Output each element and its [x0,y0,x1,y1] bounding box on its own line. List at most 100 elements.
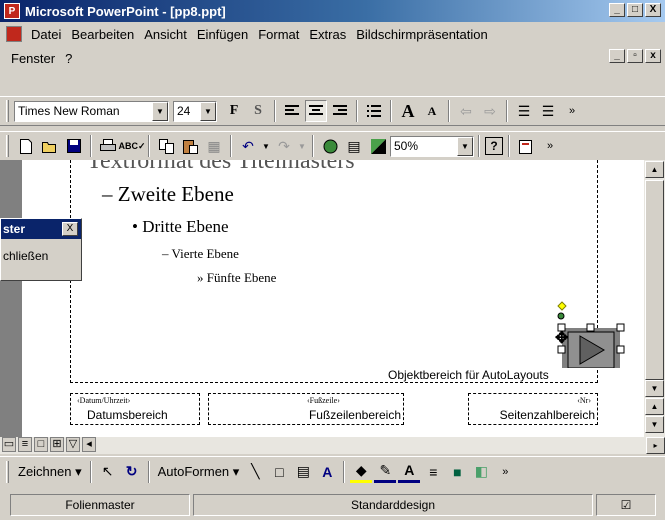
scroll-right-button[interactable]: ▸ [646,437,665,454]
next-slide-button[interactable]: ▼ [645,416,664,433]
toolbar-more-button[interactable]: » [539,135,561,157]
3d-style-button[interactable]: ◧ [470,461,492,483]
open-button[interactable] [39,135,61,157]
scroll-left-button[interactable]: ◂ [82,437,96,452]
scroll-down-button[interactable]: ▼ [645,380,664,397]
separator [274,100,276,122]
status-view: Folienmaster [10,494,190,516]
toolbar-more-button[interactable]: » [561,100,583,122]
spellcheck-status-icon[interactable]: ☑ [596,494,656,516]
tables-borders-button[interactable]: ▤ [343,135,365,157]
paste-button[interactable] [179,135,201,157]
line-color-button[interactable]: ✎ [374,461,397,483]
previous-slide-button[interactable]: ▲ [645,398,664,415]
format-painter-button[interactable]: ▦ [203,135,225,157]
menu-bearbeiten[interactable]: Bearbeiten [66,27,139,42]
grayscale-button[interactable] [367,135,389,157]
bullets-button[interactable] [363,100,385,122]
slide-sorter-view-icon[interactable]: ⊞ [50,437,64,452]
normal-view-icon[interactable]: ▭ [2,437,16,452]
line-style-button[interactable]: ≡ [422,461,444,483]
close-button[interactable]: X [645,3,661,17]
separator [506,100,508,122]
free-rotate-button[interactable]: ↻ [121,461,143,483]
menu-bildschirmpraesentation[interactable]: Bildschirmpräsentation [351,27,493,42]
menu-extras[interactable]: Extras [304,27,351,42]
bold-button[interactable]: F [223,100,245,122]
font-size-combo[interactable]: 24 ▼ [173,100,217,122]
separator [356,100,358,122]
toolbar-more-button[interactable]: » [494,461,516,483]
textbox-tool-button[interactable]: ▤ [292,461,314,483]
wordart-tool-button[interactable]: A [316,461,338,483]
align-center-button[interactable] [305,100,327,122]
rectangle-tool-button[interactable]: □ [268,461,290,483]
number-placeholder[interactable]: ‹Nr› Seitenzahlbereich [468,393,598,425]
document-window-controls: _ ▫ x [609,49,661,63]
promote-button[interactable]: ⇦ [455,100,477,122]
menu-format[interactable]: Format [253,27,304,42]
zoom-value: 50% [394,139,419,153]
save-button[interactable] [63,135,85,157]
minimize-button[interactable]: _ [609,3,625,17]
menu-help[interactable]: ? [60,51,77,66]
close-master-view-button[interactable]: chließen [3,249,48,263]
toolbar-grip[interactable] [6,135,9,157]
menu-ansicht[interactable]: Ansicht [139,27,192,42]
doc-close-button[interactable]: x [645,49,661,63]
menu-fenster[interactable]: Fenster [6,51,60,66]
draw-menu-button[interactable]: Zeichnen ▾ [14,464,86,480]
slide-master-canvas[interactable]: Textformat des Titelmasters – Zweite Ebe… [22,160,644,437]
chevron-down-icon[interactable]: ▼ [200,101,216,121]
undo-dropdown[interactable]: ▼ [261,135,271,157]
powerpoint-app-icon[interactable]: P [4,3,20,19]
decrease-spacing-button[interactable]: ☰ [537,100,559,122]
scroll-up-button[interactable]: ▲ [645,161,664,178]
date-placeholder[interactable]: ‹Datum/Uhrzeit› Datumsbereich [70,393,200,425]
undo-button[interactable]: ↶ [237,135,259,157]
autoshapes-menu-button[interactable]: AutoFormen ▾ [154,464,244,480]
scroll-thumb[interactable] [645,180,664,380]
align-right-button[interactable] [329,100,351,122]
font-color-button[interactable]: A [398,461,421,483]
chevron-down-icon[interactable]: ▼ [457,136,473,156]
font-name-combo[interactable]: Times New Roman ▼ [14,100,169,122]
help-button[interactable]: ? [485,137,503,155]
zoom-combo[interactable]: 50% ▼ [390,135,474,157]
new-slide-button[interactable] [515,135,537,157]
toolbar-grip[interactable] [6,460,9,483]
doc-restore-button[interactable]: ▫ [627,49,643,63]
print-button[interactable] [97,135,119,157]
select-objects-button[interactable]: ↖ [97,461,119,483]
copy-icon [158,138,174,154]
menu-einfuegen[interactable]: Einfügen [192,27,253,42]
slideshow-view-icon[interactable]: ▽ [66,437,80,452]
shadow-style-button[interactable]: ■ [446,461,468,483]
footer-placeholder[interactable]: ‹Fußzeile› Fußzeilenbereich [208,393,404,425]
demote-button[interactable]: ⇨ [479,100,501,122]
menu-datei[interactable]: Datei [26,27,66,42]
vertical-scrollbar[interactable]: ▲ ▼ ▲ ▼ [644,160,665,442]
chevron-down-icon[interactable]: ▼ [152,101,168,121]
increase-font-button[interactable]: A [397,100,419,122]
document-icon[interactable] [6,26,22,42]
redo-dropdown[interactable]: ▼ [297,135,307,157]
doc-minimize-button[interactable]: _ [609,49,625,63]
new-button[interactable] [15,135,37,157]
fill-color-button[interactable]: ◆ [350,461,373,483]
spellcheck-button[interactable]: ABC✓ [118,135,145,157]
redo-button[interactable]: ↷ [273,135,295,157]
hyperlink-button[interactable] [319,135,341,157]
copy-button[interactable] [155,135,177,157]
toolbar-grip[interactable] [6,100,9,122]
increase-spacing-button[interactable]: ☰ [513,100,535,122]
align-left-button[interactable] [281,100,303,122]
paste-clipboard-icon [182,139,198,154]
slide-view-icon[interactable]: □ [34,437,48,452]
palette-close-button[interactable]: X [62,222,78,236]
outline-view-icon[interactable]: ≡ [18,437,32,452]
maximize-button[interactable]: □ [627,3,643,17]
shadow-button[interactable]: S [247,100,269,122]
line-tool-button[interactable]: ╲ [244,461,266,483]
decrease-font-button[interactable]: A [421,100,443,122]
